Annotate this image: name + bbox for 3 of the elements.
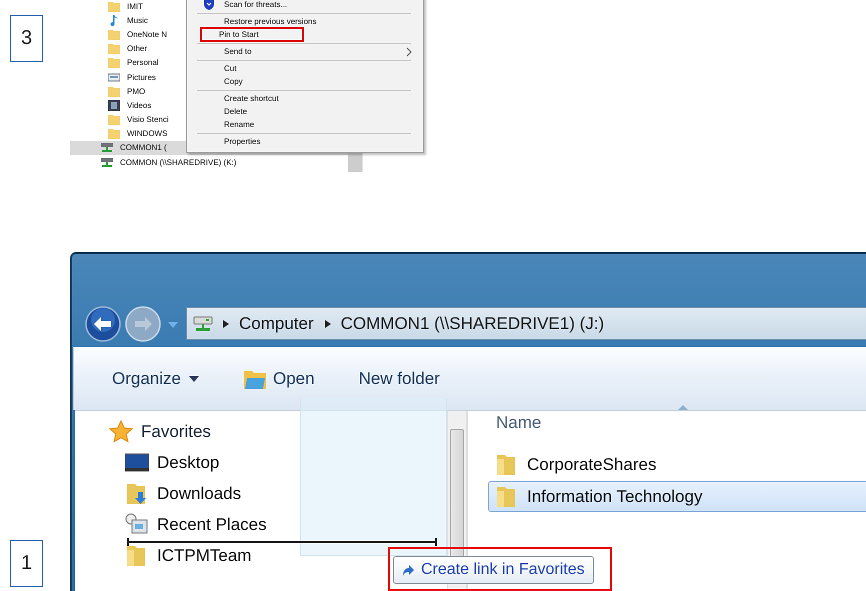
step-number: 1 xyxy=(10,540,43,587)
step-number: 3 xyxy=(10,15,43,62)
tooltip: Create link in Favorites xyxy=(393,556,594,584)
